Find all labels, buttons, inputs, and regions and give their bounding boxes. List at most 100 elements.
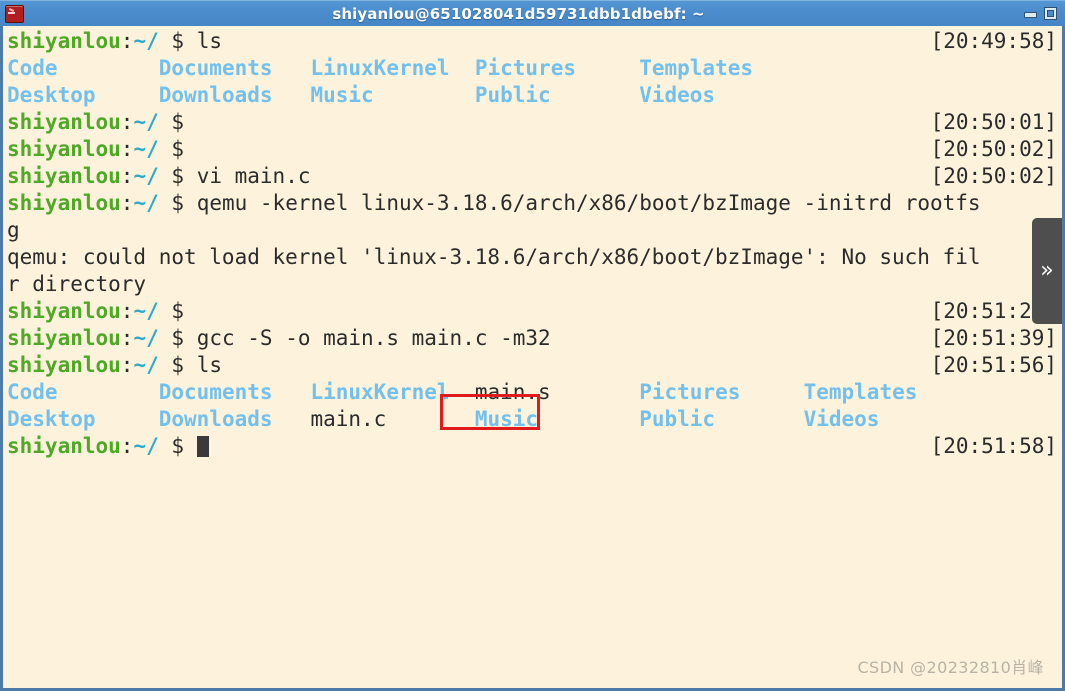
terminal-cursor: [196, 436, 209, 457]
listing-entry: Downloads: [158, 83, 273, 107]
terminal-timestamp: [20:49:58]: [930, 29, 1057, 53]
prompt-user: shiyanlou: [7, 434, 121, 458]
listing-gap: [273, 56, 311, 80]
prompt-colon: :: [120, 326, 134, 350]
prompt-colon: :: [120, 137, 134, 161]
terminal-output-line: g: [7, 217, 1059, 244]
prompt-sigil: $: [158, 353, 197, 377]
window-controls: [1023, 7, 1057, 20]
listing-gap: [273, 407, 311, 431]
terminal-icon: [5, 4, 24, 23]
prompt-user: shiyanlou: [7, 29, 121, 53]
prompt-path: ~/: [133, 434, 159, 458]
prompt-path: ~/: [133, 353, 159, 377]
terminal-prompt-line: shiyanlou:~/ $ vi main.c [20:50:02]: [7, 163, 1059, 190]
terminal-timestamp: [20:50:01]: [930, 110, 1057, 134]
listing-gap: [374, 83, 475, 107]
terminal-command: ls: [196, 353, 222, 377]
terminal-command: gcc -S -o main.s main.c -m32: [196, 326, 551, 350]
maximize-button[interactable]: [1044, 7, 1057, 20]
prompt-path: ~/: [133, 29, 159, 53]
terminal-prompt-line: shiyanlou:~/ $ [20:50:01]: [7, 109, 1059, 136]
listing-entry: Code: [7, 380, 58, 404]
prompt-sigil: $: [158, 29, 197, 53]
prompt-sigil: $: [158, 137, 197, 161]
watermark-text: CSDN @20232810肖峰: [857, 658, 1044, 677]
listing-gap: [273, 380, 311, 404]
terminal-command: qemu -kernel linux-3.18.6/arch/x86/boot/…: [196, 191, 981, 215]
prompt-sigil: $: [158, 299, 197, 323]
prompt-path: ~/: [133, 137, 159, 161]
listing-entry: Pictures: [639, 380, 741, 404]
prompt-user: shiyanlou: [7, 299, 121, 323]
listing-entry: main.s: [474, 380, 551, 404]
listing-entry: Pictures: [474, 56, 576, 80]
listing-gap: [538, 407, 639, 431]
listing-entry: Videos: [803, 407, 880, 431]
terminal-prompt-line: shiyanlou:~/ $ ls [20:49:58]: [7, 28, 1059, 55]
listing-entry: LinuxKernel: [310, 380, 450, 404]
listing-entry: Templates: [803, 380, 918, 404]
terminal-listing-line: Desktop Downloads Music Public Videos: [7, 82, 1059, 109]
prompt-user: shiyanlou: [7, 137, 121, 161]
listing-gap: [386, 407, 475, 431]
listing-entry: Music: [474, 407, 539, 431]
terminal-window: shiyanlou@651028041d59731dbb1dbebf: ~ sh…: [0, 0, 1065, 691]
terminal-command: vi main.c: [196, 164, 311, 188]
listing-gap: [576, 56, 639, 80]
prompt-colon: :: [120, 191, 134, 215]
listing-entry: LinuxKernel: [310, 56, 450, 80]
listing-entry: Documents: [158, 380, 273, 404]
listing-gap: [58, 56, 159, 80]
terminal-command: ls: [196, 29, 222, 53]
terminal-timestamp: [20:50:02]: [930, 164, 1057, 188]
prompt-sigil: $: [158, 191, 197, 215]
listing-gap: [58, 380, 159, 404]
terminal-output-line: r directory: [7, 271, 1059, 298]
prompt-colon: :: [120, 434, 134, 458]
prompt-user: shiyanlou: [7, 353, 121, 377]
window-title: shiyanlou@651028041d59731dbb1dbebf: ~: [332, 4, 705, 23]
terminal-prompt-line: shiyanlou:~/ $ ls [20:51:56]: [7, 352, 1059, 379]
chevron-double-right-icon: »: [1040, 258, 1054, 283]
terminal-output-text: g: [7, 218, 20, 242]
listing-gap: [450, 56, 475, 80]
listing-entry: Code: [7, 56, 58, 80]
listing-gap: [715, 407, 804, 431]
listing-entry: Music: [310, 83, 374, 107]
title-bar[interactable]: shiyanlou@651028041d59731dbb1dbebf: ~: [0, 0, 1065, 26]
prompt-colon: :: [120, 110, 134, 134]
listing-gap: [551, 83, 640, 107]
listing-gap: [450, 380, 475, 404]
terminal-screen[interactable]: shiyanlou:~/ $ ls [20:49:58] Code Document…: [3, 26, 1062, 688]
prompt-user: shiyanlou: [7, 326, 121, 350]
terminal-timestamp: [20:50:02]: [930, 137, 1057, 161]
terminal-prompt-line: shiyanlou:~/ $ gcc -S -o main.s main.c -…: [7, 325, 1059, 352]
listing-entry: Videos: [639, 83, 716, 107]
minimize-button[interactable]: [1023, 7, 1037, 20]
terminal-listing-line: Code Documents LinuxKernel main.s Pictur…: [7, 379, 1059, 406]
terminal-listing-line: Desktop Downloads main.c Music Public Vi…: [7, 406, 1059, 433]
terminal-prompt-line: shiyanlou:~/ $ [20:50:02]: [7, 136, 1059, 163]
prompt-path: ~/: [133, 110, 159, 134]
listing-entry: Desktop: [7, 83, 96, 107]
listing-entry: Documents: [158, 56, 273, 80]
prompt-path: ~/: [133, 299, 159, 323]
listing-entry: Public: [474, 83, 551, 107]
prompt-colon: :: [120, 299, 134, 323]
listing-gap: [740, 380, 803, 404]
listing-gap: [96, 83, 159, 107]
prompt-path: ~/: [133, 164, 159, 188]
listing-entry: Templates: [639, 56, 754, 80]
terminal-timestamp: [20:51:58]: [930, 434, 1057, 458]
listing-entry: main.c: [310, 407, 387, 431]
sidebar-expand-handle[interactable]: »: [1032, 218, 1062, 324]
prompt-path: ~/: [133, 326, 159, 350]
listing-gap: [273, 83, 311, 107]
terminal-prompt-line: shiyanlou:~/ $ [20:51:29]: [7, 298, 1059, 325]
terminal-output-line: qemu: could not load kernel 'linux-3.18.…: [7, 244, 1059, 271]
terminal-output: shiyanlou:~/ $ ls [20:49:58] Code Document…: [7, 28, 1059, 460]
listing-entry: Desktop: [7, 407, 96, 431]
prompt-path: ~/: [133, 191, 159, 215]
terminal-prompt-line: shiyanlou:~/ $ [20:51:58]: [7, 433, 1059, 460]
